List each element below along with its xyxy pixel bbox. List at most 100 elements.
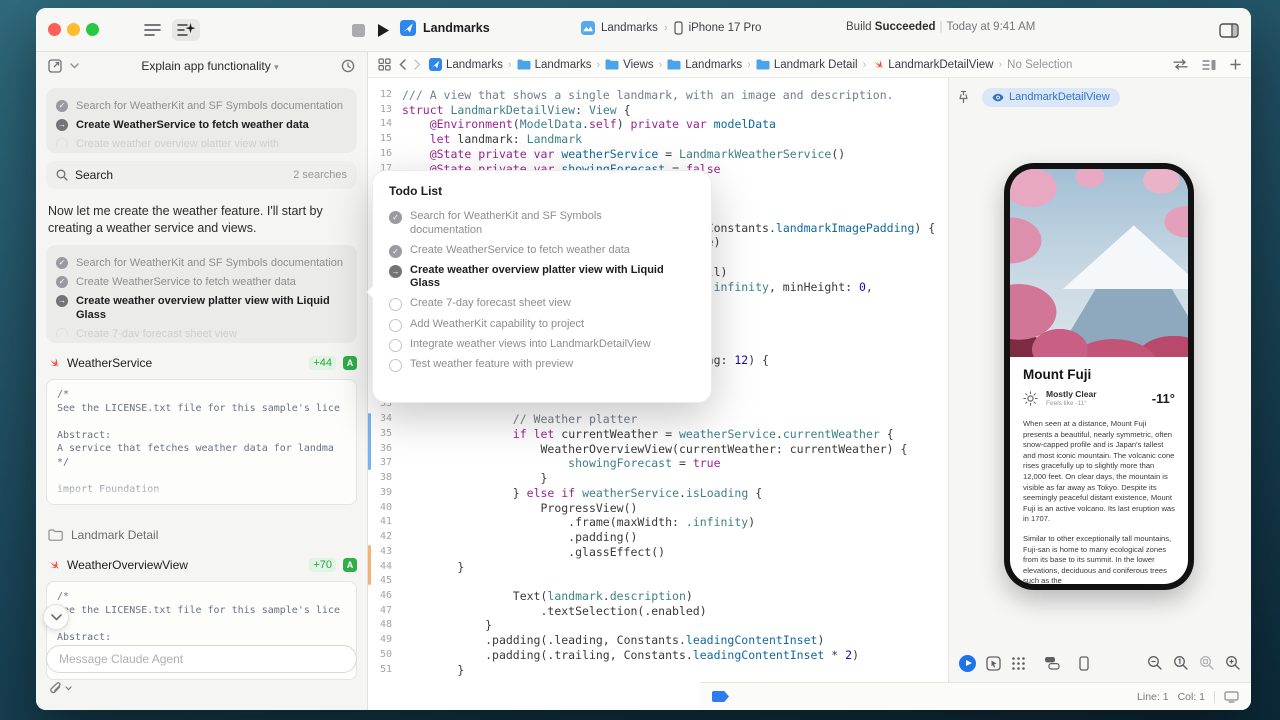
display-icon[interactable] (1224, 690, 1239, 703)
todo-item[interactable]: Create 7-day forecast sheet view (389, 294, 695, 314)
code-line[interactable]: 48 } (368, 618, 948, 633)
code-line[interactable]: 47 .textSelection(.enabled) (368, 604, 948, 619)
todo-item[interactable]: Create WeatherService to fetch weather d… (389, 240, 695, 260)
jumpbar-crumb[interactable]: Landmarks › (429, 58, 512, 71)
line-number[interactable]: 49 (368, 633, 402, 648)
line-number[interactable]: 16 (368, 147, 402, 162)
line-number[interactable]: 12 (368, 88, 402, 103)
todo-item[interactable]: Search for WeatherKit and SF Symbols doc… (56, 96, 347, 115)
jumpbar-crumb[interactable]: Landmarks › (517, 59, 600, 71)
project-tab[interactable]: Landmarks (400, 20, 490, 36)
code-line[interactable]: 16 @State private var weatherService = L… (368, 147, 948, 162)
line-number[interactable]: 43 (368, 545, 402, 560)
close-window-button[interactable] (48, 23, 61, 36)
jumpbar-crumb[interactable]: Views › (605, 59, 662, 71)
todo-item[interactable]: Create weather overview platter view wit… (56, 134, 347, 147)
jumpbar-crumb[interactable]: LandmarkDetailView › (871, 58, 1002, 71)
code-line[interactable]: 43 .glassEffect() (368, 545, 948, 560)
code-line[interactable]: 35 if let currentWeather = weatherServic… (368, 427, 948, 442)
preview-target-chip[interactable]: LandmarkDetailView (982, 87, 1120, 107)
inspector-toggle-icon[interactable] (1219, 19, 1239, 41)
new-chat-sparkle-icon[interactable] (172, 19, 200, 41)
zoom-window-button[interactable] (86, 23, 99, 36)
line-number[interactable]: 47 (368, 604, 402, 619)
scroll-to-bottom-button[interactable] (43, 604, 69, 630)
code-line[interactable]: 36 WeatherOverviewView(currentWeather: c… (368, 442, 948, 457)
line-number[interactable]: 39 (368, 486, 402, 501)
line-number[interactable]: 35 (368, 427, 402, 442)
line-number[interactable]: 40 (368, 501, 402, 516)
todo-item[interactable]: Integrate weather views into LandmarkDet… (389, 335, 695, 355)
line-number[interactable]: 48 (368, 618, 402, 633)
color-scheme-icon[interactable] (1044, 656, 1061, 670)
code-line[interactable]: 15 let landmark: Landmark (368, 132, 948, 147)
line-number[interactable]: 34 (368, 412, 402, 427)
code-line[interactable]: 45 (368, 574, 948, 589)
related-items-icon[interactable] (378, 58, 391, 71)
iphone-preview[interactable]: Mount Fuji Mostly Clear Feels like -11° … (1004, 163, 1194, 590)
line-number[interactable]: 36 (368, 442, 402, 457)
variants-grid-icon[interactable] (1011, 656, 1026, 671)
line-number[interactable]: 51 (368, 663, 402, 678)
code-line[interactable]: 50 .padding(.trailing, Constants.leading… (368, 648, 948, 663)
run-button[interactable] (377, 19, 390, 41)
code-line[interactable]: 41 .frame(maxWidth: .infinity) (368, 515, 948, 530)
zoom-actual-size-icon[interactable] (1173, 655, 1189, 671)
code-line[interactable]: 42 .padding() (368, 530, 948, 545)
line-number[interactable]: 38 (368, 471, 402, 486)
zoom-to-fit-icon[interactable] (1199, 655, 1215, 671)
code-line[interactable]: 14 @Environment(ModelData.self) private … (368, 117, 948, 132)
file-card-weatherservice[interactable]: WeatherService +44 A /* See the LICENSE.… (46, 353, 357, 505)
line-number[interactable]: 44 (368, 560, 402, 575)
device-settings-icon[interactable] (1079, 655, 1089, 671)
go-back-icon[interactable] (399, 59, 406, 70)
line-number[interactable]: 41 (368, 515, 402, 530)
sessions-chevron-icon[interactable] (70, 63, 79, 69)
line-number[interactable]: 45 (368, 574, 402, 589)
jumpbar-crumb[interactable]: No Selection (1007, 59, 1072, 71)
pin-preview-icon[interactable] (957, 90, 970, 104)
todo-item[interactable]: Create WeatherService to fetch weather d… (56, 115, 347, 134)
history-clock-icon[interactable] (341, 59, 355, 73)
code-line[interactable]: 49 .padding(.leading, Constants.leadingC… (368, 633, 948, 648)
line-number[interactable]: 13 (368, 103, 402, 118)
add-editor-icon[interactable] (1230, 59, 1241, 70)
search-activity-row[interactable]: Search 2 searches (46, 161, 357, 189)
todo-item[interactable]: Create weather overview platter view wit… (389, 261, 695, 294)
zoom-in-icon[interactable] (1225, 655, 1241, 671)
todo-item[interactable]: Create weather overview platter view wit… (56, 291, 347, 324)
go-forward-icon[interactable] (414, 59, 421, 70)
code-line[interactable]: 46 Text(landmark.description) (368, 589, 948, 604)
code-line[interactable]: 39 } else if weatherService.isLoading { (368, 486, 948, 501)
minimap-icon[interactable] (1202, 59, 1216, 71)
line-number[interactable]: 15 (368, 132, 402, 147)
code-line[interactable]: 34 // Weather platter (368, 412, 948, 427)
session-title-dropdown[interactable]: Explain app functionality ▾ (87, 59, 333, 73)
code-line[interactable]: 12/// A view that shows a single landmar… (368, 88, 948, 103)
code-line[interactable]: 38 } (368, 471, 948, 486)
open-in-window-icon[interactable] (48, 59, 62, 73)
message-input[interactable] (46, 645, 357, 673)
code-line[interactable]: 40 ProgressView() (368, 501, 948, 516)
todo-item[interactable]: Test weather feature with preview (389, 355, 695, 375)
chat-list-icon[interactable] (144, 19, 161, 41)
todo-item[interactable]: Create WeatherService to fetch weather d… (56, 272, 347, 291)
breakpoints-tag-icon[interactable] (712, 691, 729, 702)
todo-item[interactable]: Search for WeatherKit and SF Symbols doc… (389, 207, 695, 240)
code-line[interactable]: 44 } (368, 560, 948, 575)
line-number[interactable]: 14 (368, 117, 402, 132)
todo-item[interactable]: Search for WeatherKit and SF Symbols doc… (56, 253, 347, 272)
todo-item[interactable]: Add WeatherKit capability to project (389, 315, 695, 335)
zoom-out-icon[interactable] (1147, 655, 1163, 671)
line-number[interactable]: 46 (368, 589, 402, 604)
selectable-mode-icon[interactable] (986, 655, 1001, 671)
weather-platter[interactable]: Mostly Clear Feels like -11° -11° (1010, 386, 1188, 413)
scheme-selector[interactable]: Landmarks › iPhone 17 Pro (581, 21, 761, 35)
activity-view[interactable]: Build Succeeded | Today at 9:41 AM (846, 21, 1035, 33)
jumpbar-crumb[interactable]: Landmark Detail › (756, 59, 866, 71)
code-line[interactable]: 13 struct LandmarkDetailView: View { (368, 103, 948, 118)
todo-item[interactable]: Create 7-day forecast sheet view (56, 324, 347, 337)
minimize-window-button[interactable] (67, 23, 80, 36)
code-line[interactable]: 51 } (368, 663, 948, 678)
stop-button[interactable] (352, 19, 365, 41)
